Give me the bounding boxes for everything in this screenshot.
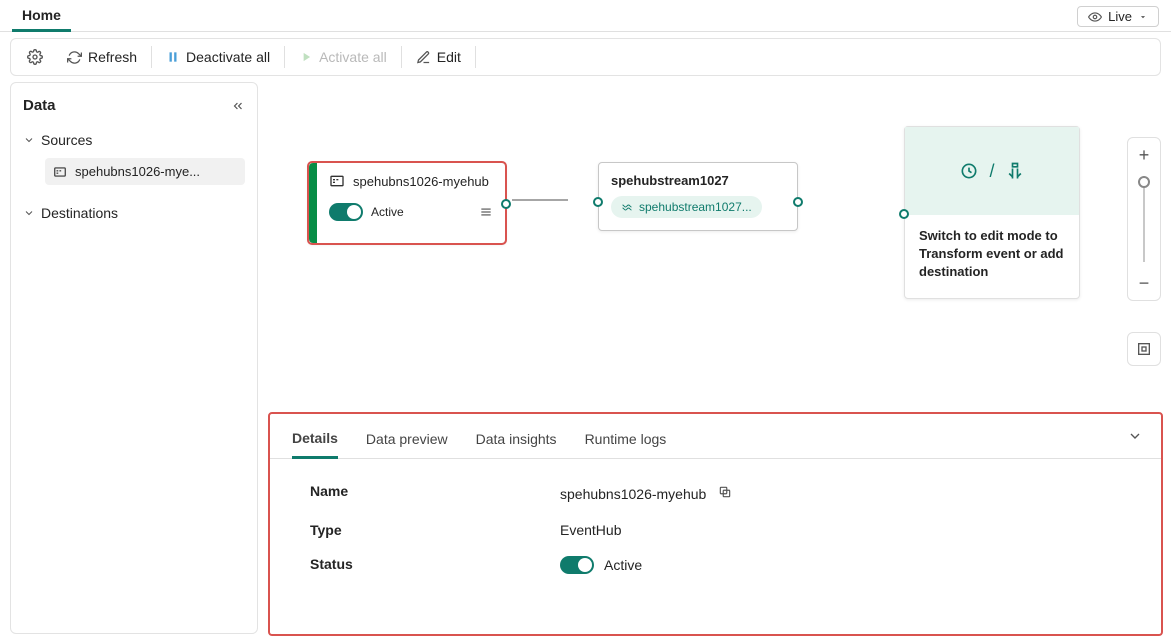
- sidebar-title: Data: [23, 97, 56, 114]
- source-item-label: spehubns1026-mye...: [75, 164, 200, 179]
- type-label: Type: [310, 522, 560, 538]
- status-label: Active: [371, 205, 404, 219]
- chevron-down-icon: [23, 134, 35, 146]
- toolbar-separator: [151, 46, 152, 68]
- edit-button[interactable]: Edit: [404, 39, 473, 75]
- status-label: Status: [310, 556, 560, 574]
- fit-to-screen-button[interactable]: [1127, 332, 1161, 366]
- eye-icon: [1088, 10, 1102, 24]
- output-port[interactable]: [501, 199, 511, 209]
- activate-all-label: Activate all: [319, 49, 387, 65]
- copy-icon: [718, 485, 732, 499]
- edit-label: Edit: [437, 49, 461, 65]
- refresh-button[interactable]: Refresh: [55, 39, 149, 75]
- pause-icon: [166, 50, 180, 64]
- slash-text: /: [989, 161, 994, 182]
- fit-icon: [1136, 341, 1152, 357]
- pencil-icon: [416, 50, 431, 65]
- toolbar-separator: [401, 46, 402, 68]
- destination-icon: [1005, 161, 1025, 181]
- stream-icon: [621, 201, 633, 213]
- chevron-down-icon: [23, 207, 35, 219]
- more-icon[interactable]: [479, 205, 493, 219]
- deactivate-all-label: Deactivate all: [186, 49, 270, 65]
- live-dropdown[interactable]: Live: [1077, 6, 1159, 27]
- output-port[interactable]: [793, 197, 803, 207]
- deactivate-all-button[interactable]: Deactivate all: [154, 39, 282, 75]
- tab-details[interactable]: Details: [292, 424, 338, 459]
- gear-icon: [27, 49, 43, 65]
- type-value: EventHub: [560, 522, 621, 538]
- input-port[interactable]: [593, 197, 603, 207]
- collapse-icon[interactable]: [231, 99, 245, 113]
- toolbar-separator: [284, 46, 285, 68]
- activate-all-button[interactable]: Activate all: [287, 39, 399, 75]
- toolbar: Refresh Deactivate all Activate all Edit: [10, 38, 1161, 76]
- details-panel: Details Data preview Data insights Runti…: [270, 414, 1161, 634]
- status-value: Active: [604, 557, 642, 573]
- stream-pill[interactable]: spehubstream1027...: [611, 196, 762, 218]
- name-label: Name: [310, 483, 560, 504]
- zoom-thumb[interactable]: [1138, 176, 1150, 188]
- refresh-icon: [67, 50, 82, 65]
- refresh-label: Refresh: [88, 49, 137, 65]
- zoom-out-button[interactable]: −: [1128, 266, 1160, 300]
- copy-name-button[interactable]: [716, 483, 734, 504]
- source-node[interactable]: spehubns1026-myehub Active: [308, 162, 506, 244]
- collapse-panel-icon[interactable]: [1127, 428, 1143, 444]
- chevron-down-icon: [1138, 12, 1148, 22]
- sources-label: Sources: [41, 132, 92, 148]
- status-toggle[interactable]: [560, 556, 594, 574]
- tab-runtime-logs[interactable]: Runtime logs: [585, 425, 667, 457]
- zoom-in-button[interactable]: +: [1128, 138, 1160, 172]
- play-icon: [299, 50, 313, 64]
- stream-node-title: spehubstream1027: [611, 173, 785, 188]
- sidebar: Data Sources spehubns1026-mye...: [10, 82, 258, 634]
- name-value: spehubns1026-myehub: [560, 486, 706, 502]
- status-bar: [309, 163, 317, 243]
- input-port[interactable]: [899, 209, 909, 219]
- stream-node[interactable]: spehubstream1027 spehubstream1027...: [598, 162, 798, 231]
- eventhub-icon: [53, 165, 67, 179]
- destination-placeholder-node[interactable]: / Switch to edit mode to Transform event…: [904, 126, 1080, 299]
- destinations-group[interactable]: Destinations: [23, 201, 245, 225]
- source-item[interactable]: spehubns1026-mye...: [45, 158, 245, 185]
- transform-icon: [959, 161, 979, 181]
- eventhub-icon: [329, 173, 345, 189]
- zoom-slider[interactable]: [1143, 176, 1145, 262]
- zoom-control: + −: [1127, 137, 1161, 301]
- tab-data-preview[interactable]: Data preview: [366, 425, 448, 457]
- stream-pill-label: spehubstream1027...: [639, 200, 752, 214]
- settings-button[interactable]: [15, 39, 55, 75]
- sources-group[interactable]: Sources: [23, 128, 245, 152]
- status-toggle[interactable]: [329, 203, 363, 221]
- tab-data-insights[interactable]: Data insights: [476, 425, 557, 457]
- source-node-title: spehubns1026-myehub: [353, 174, 489, 189]
- live-label: Live: [1108, 9, 1132, 24]
- toolbar-separator: [475, 46, 476, 68]
- destinations-label: Destinations: [41, 205, 118, 221]
- tab-home[interactable]: Home: [12, 1, 71, 32]
- destination-placeholder-text: Switch to edit mode to Transform event o…: [905, 215, 1079, 298]
